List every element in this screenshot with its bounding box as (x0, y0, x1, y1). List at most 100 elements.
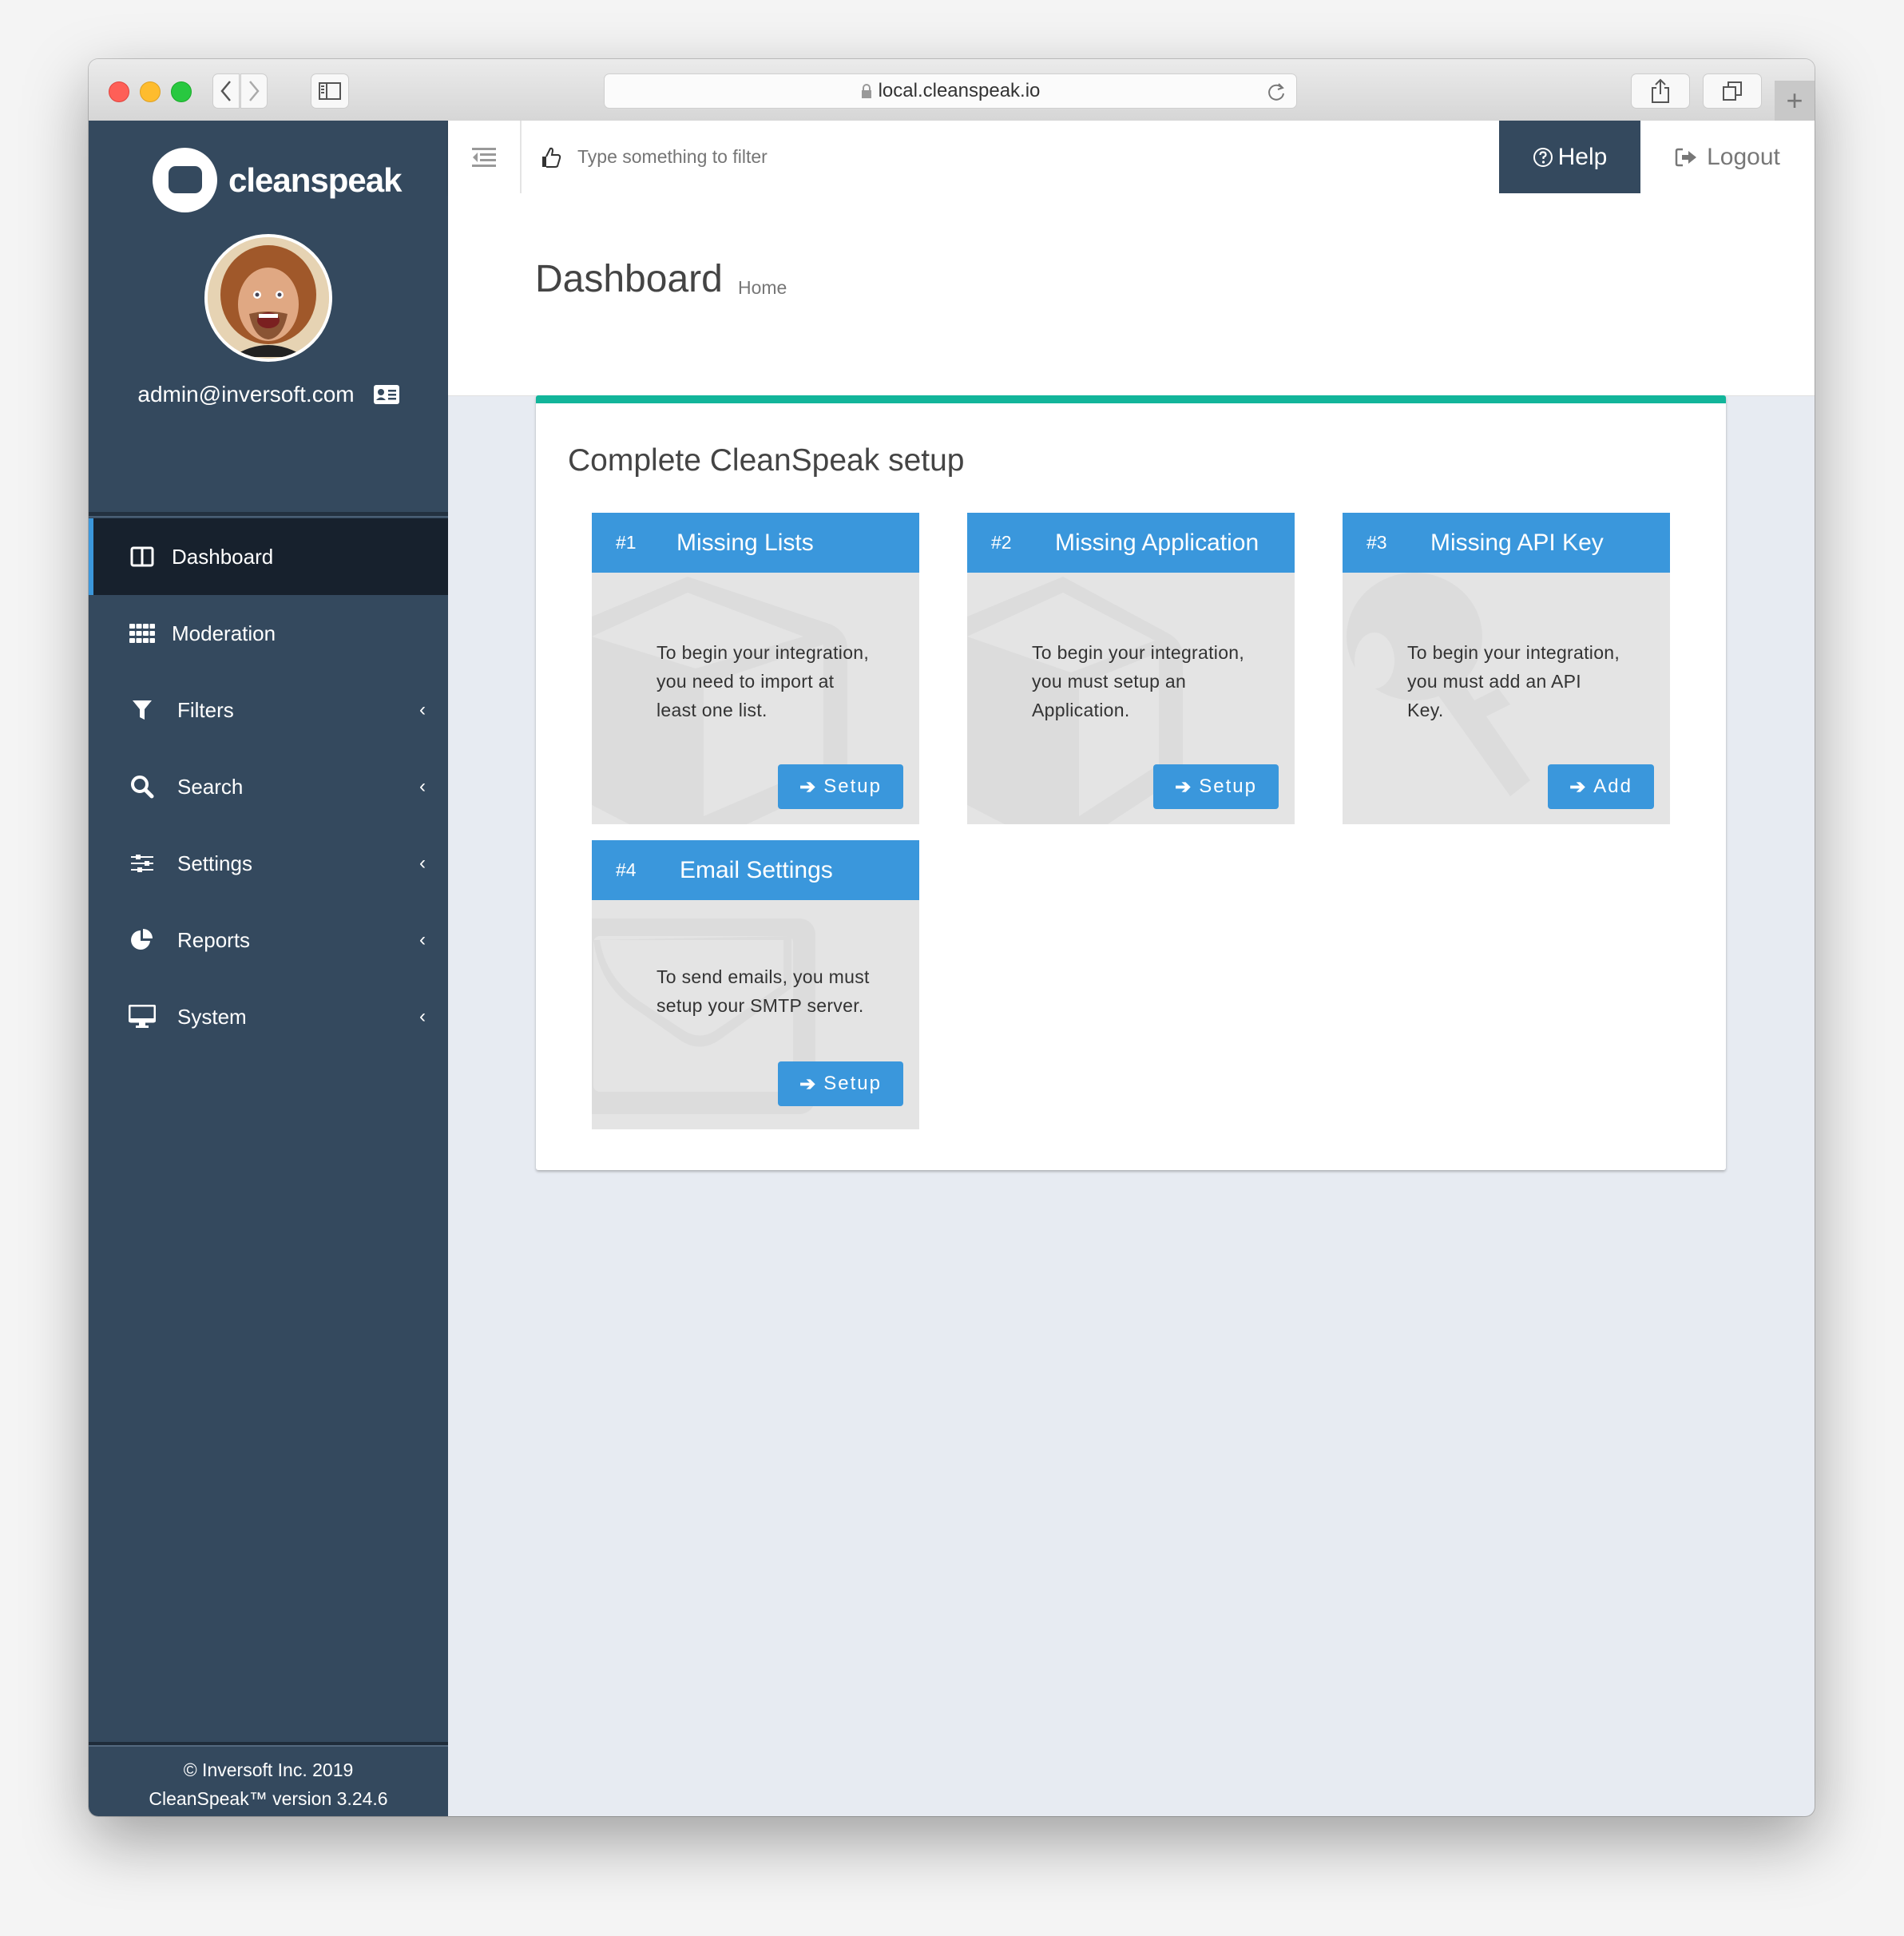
sidebar-item-search[interactable]: Search ‹ (89, 748, 448, 825)
chevron-left-icon: ‹ (419, 1006, 426, 1027)
logo-mark-icon (153, 148, 217, 212)
brand-name: cleanspeak (228, 161, 402, 199)
chevron-left-icon: ‹ (419, 852, 426, 874)
button-label: Setup (1199, 776, 1257, 797)
user-email[interactable]: admin@inversoft.com (137, 382, 354, 407)
search-icon (129, 773, 156, 800)
sidebar-footer-divider (89, 1742, 448, 1747)
sidebar-item-settings[interactable]: Settings ‹ (89, 825, 448, 902)
setup-card-title: Complete CleanSpeak setup (568, 443, 965, 478)
close-window-button[interactable] (109, 81, 129, 102)
plus-icon: + (1786, 84, 1803, 117)
sliders-icon (129, 850, 156, 877)
sidebar-item-moderation[interactable]: Moderation (89, 595, 448, 672)
sidebar-item-label: System (177, 1004, 247, 1029)
maximize-window-button[interactable] (171, 81, 192, 102)
share-icon (1652, 78, 1669, 103)
desktop-icon (129, 1003, 156, 1030)
sidebar-divider (89, 512, 448, 518)
setup-tile-lists: #1 Missing Lists To begin your integrati… (592, 513, 919, 824)
chevron-left-icon: ‹ (419, 929, 426, 950)
tile-title: Email Settings (680, 856, 833, 883)
back-button[interactable] (212, 73, 240, 109)
logout-button[interactable]: Logout (1640, 121, 1815, 193)
setup-tile-application: #2 Missing Application To begin your int… (967, 513, 1295, 824)
help-label: Help (1557, 143, 1608, 170)
url-text: local.cleanspeak.io (878, 80, 1041, 101)
chevron-right-icon (249, 81, 260, 101)
chevron-left-icon: ‹ (419, 776, 426, 797)
avatar (204, 234, 332, 362)
sidebar-item-label: Settings (177, 851, 252, 875)
setup-tile-api-key: #3 Missing API Key To begin your integra… (1343, 513, 1670, 824)
tile-number: #1 (616, 532, 637, 553)
button-label: Add (1593, 776, 1632, 797)
sidebar-item-reports[interactable]: Reports ‹ (89, 902, 448, 978)
tile-title: Missing API Key (1430, 529, 1604, 556)
menu-collapse-button[interactable] (448, 121, 522, 193)
tile-header: #3 Missing API Key (1343, 513, 1670, 573)
sidebar-item-system[interactable]: System ‹ (89, 978, 448, 1055)
sidebar-item-filters[interactable]: Filters ‹ (89, 672, 448, 748)
sidebar-item-label: Filters (177, 697, 234, 722)
outdent-icon (472, 147, 496, 167)
lock-icon (861, 84, 871, 98)
filter-input[interactable] (576, 145, 1298, 169)
forward-button[interactable] (240, 73, 268, 109)
arrow-right-icon: ➔ (799, 1073, 816, 1095)
cleanspeak-logo[interactable]: cleanspeak (153, 148, 402, 212)
copyright-text: © Inversoft Inc. 2019 (183, 1759, 354, 1780)
arrow-right-icon: ➔ (1175, 776, 1192, 798)
setup-card: Complete CleanSpeak setup #1 Missing Lis… (536, 395, 1726, 1170)
filter-icon (129, 696, 156, 724)
version-text: CleanSpeak™ version 3.24.6 (149, 1788, 388, 1809)
share-button[interactable] (1631, 73, 1690, 109)
sign-out-icon (1675, 148, 1697, 166)
id-card-icon[interactable] (373, 385, 399, 404)
sidebar-item-label: Reports (177, 927, 251, 952)
sidebar-item-label: Dashboard (172, 544, 274, 569)
sidebar-item-label: Search (177, 774, 244, 799)
add-api-key-button[interactable]: ➔ Add (1548, 764, 1654, 809)
minimize-window-button[interactable] (140, 81, 161, 102)
sidebar-toggle-button[interactable] (311, 73, 349, 109)
tile-title: Missing Lists (676, 529, 814, 556)
tile-header: #1 Missing Lists (592, 513, 919, 573)
page-title: Dashboard (535, 258, 723, 300)
tile-description: To begin your integration, you need to i… (656, 642, 870, 720)
tile-number: #4 (616, 859, 637, 880)
setup-application-button[interactable]: ➔ Setup (1153, 764, 1279, 809)
grid-icon (129, 620, 156, 647)
chevron-left-icon: ‹ (419, 699, 426, 720)
button-label: Setup (823, 1073, 882, 1094)
filter-bar (520, 121, 1398, 193)
sidebar-footer: © Inversoft Inc. 2019 CleanSpeak™ versio… (89, 1755, 448, 1813)
breadcrumb[interactable]: Home (738, 277, 787, 299)
tile-number: #3 (1367, 532, 1387, 553)
columns-icon (129, 543, 156, 570)
browser-window: local.cleanspeak.io + cleanspeak admin@i… (89, 59, 1815, 1816)
sidebar-menu: Dashboard Moderation Filters ‹ Search ‹ … (89, 518, 448, 1055)
logout-label: Logout (1707, 143, 1780, 170)
setup-lists-button[interactable]: ➔ Setup (778, 764, 903, 809)
top-navbar: Help Logout (448, 121, 1815, 193)
sidebar: cleanspeak admin@inversoft.com Dashboard… (89, 121, 448, 1816)
chevron-left-icon (220, 81, 231, 101)
setup-email-button[interactable]: ➔ Setup (778, 1061, 903, 1106)
sidebar-item-dashboard[interactable]: Dashboard (89, 518, 448, 595)
help-button[interactable]: Help (1499, 121, 1640, 193)
browser-toolbar: local.cleanspeak.io + (89, 59, 1815, 121)
tile-header: #4 Email Settings (592, 840, 919, 900)
button-label: Setup (823, 776, 882, 797)
user-info: admin@inversoft.com (89, 382, 448, 407)
tabs-overview-button[interactable] (1703, 73, 1762, 109)
arrow-right-icon: ➔ (799, 776, 816, 798)
tile-description: To send emails, you must setup your SMTP… (656, 966, 870, 1016)
new-tab-button[interactable]: + (1775, 81, 1815, 121)
arrow-right-icon: ➔ (1569, 776, 1586, 798)
setup-tile-email: #4 Email Settings To send emails, you mu… (592, 840, 919, 1129)
tile-number: #2 (991, 532, 1012, 553)
question-circle-icon (1533, 147, 1553, 167)
address-bar[interactable]: local.cleanspeak.io (604, 73, 1297, 109)
reload-icon[interactable] (1264, 80, 1288, 104)
